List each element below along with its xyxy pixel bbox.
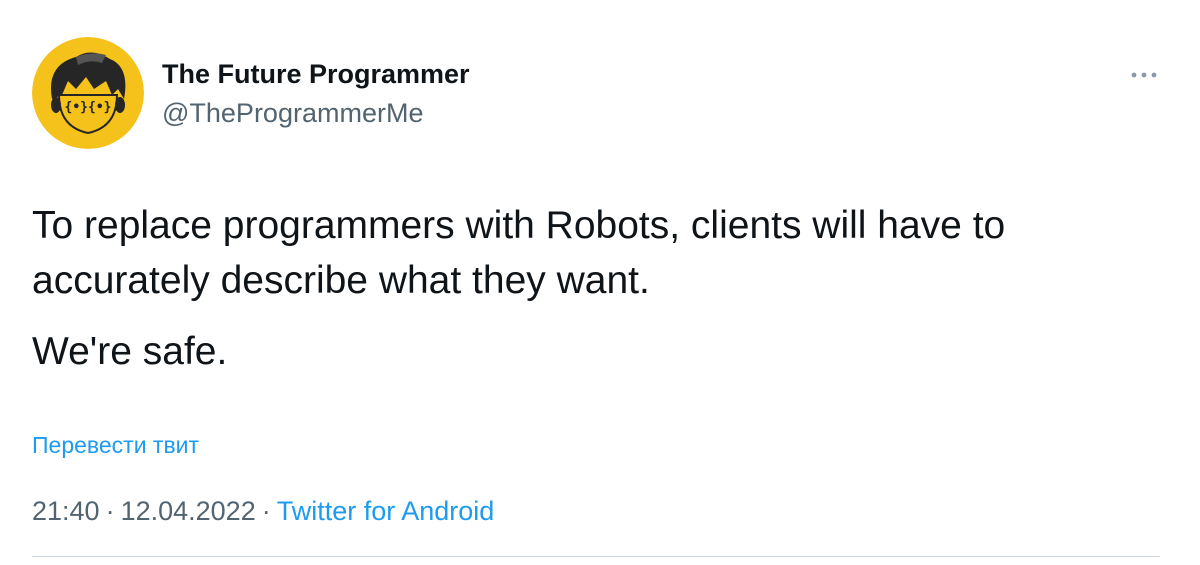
tweet-date[interactable]: 12.04.2022 xyxy=(121,496,256,526)
avatar-glyph: {•}{•} xyxy=(65,100,112,115)
tweet-text: To replace programmers with Robots, clie… xyxy=(32,198,1172,379)
author-block: The Future Programmer @TheProgrammerMe xyxy=(162,58,470,129)
avatar-image: {•}{•} xyxy=(32,37,144,149)
meta-separator: · xyxy=(105,496,115,526)
tweet-text-paragraph-1: To replace programmers with Robots, clie… xyxy=(32,204,1006,302)
author-avatar[interactable]: {•}{•} xyxy=(32,37,144,149)
tweet-card: {•}{•} The Future Programmer @TheProgram… xyxy=(0,0,1200,565)
more-options-icon[interactable] xyxy=(1124,62,1164,88)
translate-tweet-link[interactable]: Перевести твит xyxy=(32,430,199,460)
tweet-metadata: 21:40 · 12.04.2022 · Twitter for Android xyxy=(32,494,494,528)
divider xyxy=(32,556,1160,557)
tweet-time[interactable]: 21:40 xyxy=(32,496,100,526)
tweet-text-paragraph-2: We're safe. xyxy=(32,330,228,373)
tweet-source-link[interactable]: Twitter for Android xyxy=(277,496,495,526)
author-handle[interactable]: @TheProgrammerMe xyxy=(162,97,470,129)
meta-separator: · xyxy=(261,496,271,526)
author-display-name[interactable]: The Future Programmer xyxy=(162,58,470,90)
